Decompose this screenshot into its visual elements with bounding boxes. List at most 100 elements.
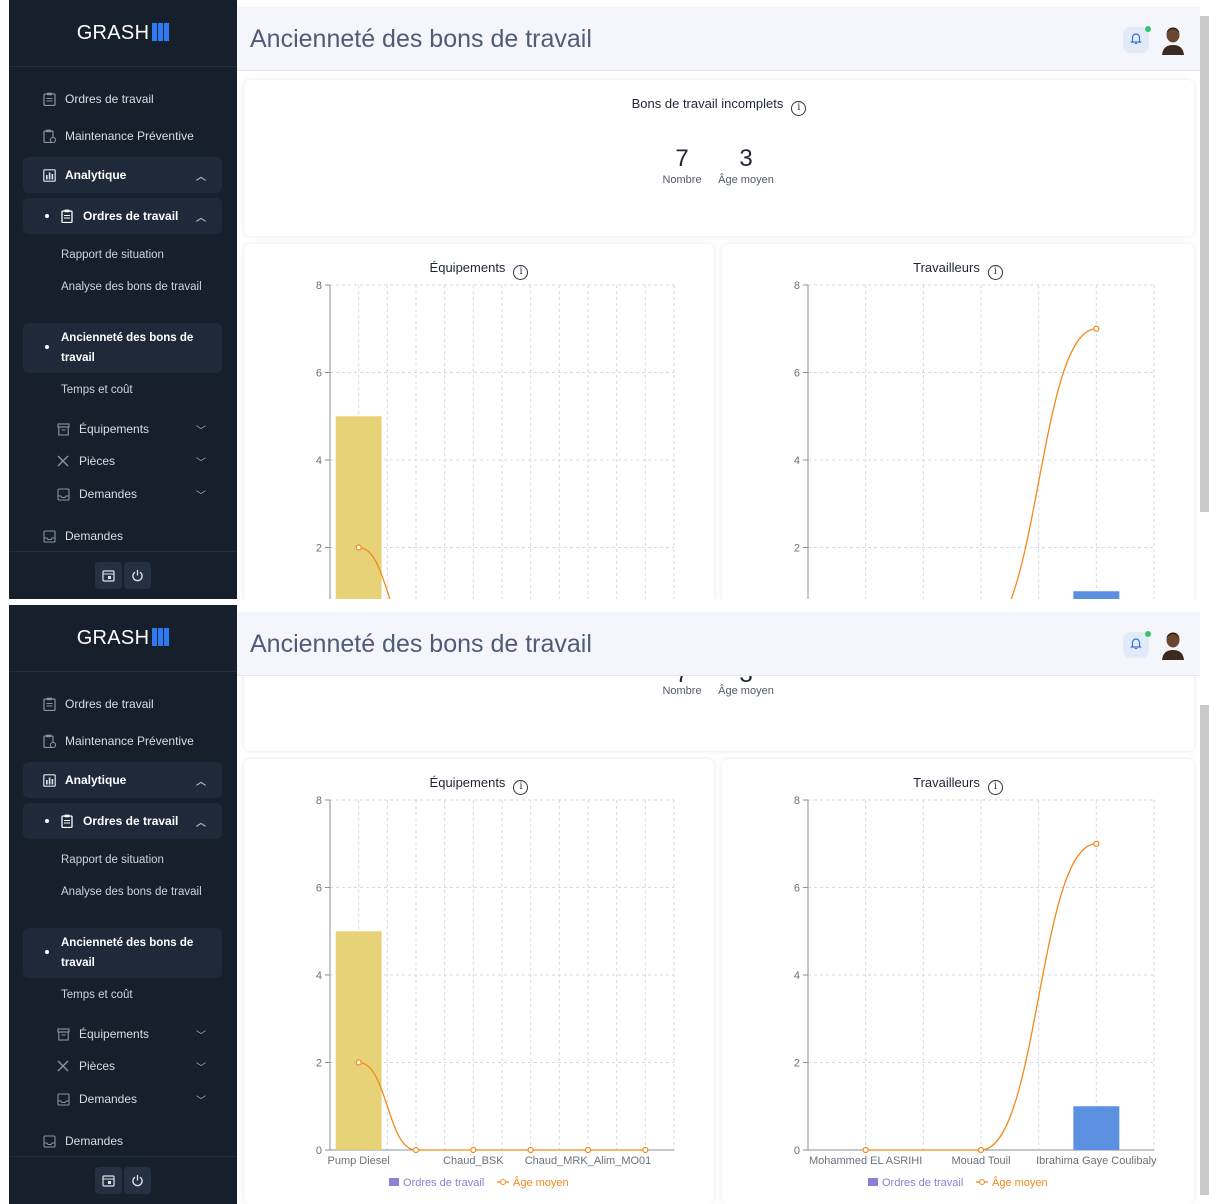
sidebar-subitem-work-order-age[interactable]: Ancienneté des bons de travail xyxy=(23,928,222,978)
y-tick-label: 4 xyxy=(316,455,322,467)
y-tick-label: 6 xyxy=(316,368,322,380)
line-point xyxy=(355,544,362,551)
y-tick-label: 0 xyxy=(794,1145,800,1157)
y-tick-label: 6 xyxy=(794,883,800,895)
y-tick-label: 0 xyxy=(316,1145,322,1157)
workers-chart-card: Travailleursi 02468Mohammed EL ASRIHIMou… xyxy=(722,244,1194,599)
screenshot-top: GRASH Ordres de travail Maintenance Prév… xyxy=(0,0,1209,599)
legend-label: Âge moyen xyxy=(513,1176,569,1189)
sidebar-group-parts[interactable]: Pièces ﹀ xyxy=(23,1048,222,1084)
sidebar-subitem-work-order-age[interactable]: Ancienneté des bons de travail xyxy=(23,323,222,373)
x-tick-label: Mohammed EL ASRIHI xyxy=(809,1155,922,1167)
notifications-button[interactable] xyxy=(1123,631,1151,658)
info-icon[interactable]: i xyxy=(791,101,807,116)
tools-icon xyxy=(55,453,71,469)
notification-dot xyxy=(1145,631,1151,637)
tools-icon xyxy=(55,1058,71,1074)
clipboard-icon xyxy=(41,91,57,107)
bar xyxy=(335,416,382,599)
chevron-up-icon: ︿ xyxy=(196,817,206,829)
power-icon[interactable] xyxy=(124,562,151,589)
clipboard-clock-icon xyxy=(41,733,57,749)
screenshot-bottom: GRASH Ordres de travail Maintenance Prév… xyxy=(0,605,1209,1204)
inbox-icon xyxy=(55,486,71,502)
sidebar-subitem-work-order-analysis[interactable]: Analyse des bons de travail xyxy=(61,277,211,297)
sidebar-subitem-time-cost[interactable]: Temps et coût xyxy=(61,985,211,1005)
sidebar-group-equipment[interactable]: Équipements ﹀ xyxy=(23,1016,222,1052)
equipment-chart: 0 2 4 6 8 Pump Diesel Chaud_BSK Chaud_MRK_Alim_… xyxy=(316,795,675,1189)
y-tick-label: 2 xyxy=(316,1058,322,1070)
legend-label: Âge moyen xyxy=(992,1176,1048,1189)
sidebar-item-requests[interactable]: Demandes xyxy=(23,1123,222,1159)
notifications-button[interactable] xyxy=(1123,26,1151,53)
sidebar-item-requests[interactable]: Demandes xyxy=(23,518,222,554)
bullet-icon xyxy=(45,950,49,954)
divider xyxy=(9,671,237,672)
avatar[interactable] xyxy=(1161,25,1185,55)
sidebar-item-analytics-work-orders[interactable]: Ordres de travail ︿ xyxy=(23,198,222,234)
stat-average-age: 3Âge moyen xyxy=(718,145,774,187)
scrollbar[interactable] xyxy=(1200,16,1209,512)
line-point xyxy=(470,1146,477,1154)
sidebar-subitem-time-cost[interactable]: Temps et coût xyxy=(61,380,211,400)
stat-average-age: 3Âge moyen xyxy=(718,675,774,697)
y-tick-label: 4 xyxy=(794,970,800,982)
y-tick-label: 8 xyxy=(794,795,800,807)
power-icon[interactable] xyxy=(124,1167,151,1194)
sidebar-group-parts[interactable]: Pièces ﹀ xyxy=(23,443,222,479)
chevron-down-icon: ﹀ xyxy=(196,457,206,469)
bullet-icon xyxy=(45,819,49,823)
sidebar-footer xyxy=(95,1167,151,1194)
divider xyxy=(9,1156,237,1157)
sidebar-subitem-status-report[interactable]: Rapport de situation xyxy=(61,245,211,265)
sidebar-item-work-orders[interactable]: Ordres de travail xyxy=(23,686,222,722)
workers-chart-card: Travailleursi 02468Mohammed EL ASRIHIMou… xyxy=(722,759,1194,1204)
page-title: Ancienneté des bons de travail xyxy=(250,630,592,658)
line-point xyxy=(1093,840,1100,847)
y-tick-label: 8 xyxy=(794,280,800,292)
stat-count: 7Nombre xyxy=(662,675,702,697)
sidebar-item-preventive[interactable]: Maintenance Préventive xyxy=(23,723,222,759)
clipboard-icon xyxy=(41,696,57,712)
logo[interactable]: GRASH xyxy=(9,627,237,652)
chevron-up-icon: ︿ xyxy=(196,776,206,788)
calendar-icon[interactable] xyxy=(95,1167,122,1194)
sidebar-subitem-work-order-analysis[interactable]: Analyse des bons de travail xyxy=(61,882,211,902)
sidebar-subitem-status-report[interactable]: Rapport de situation xyxy=(61,850,211,870)
chevron-down-icon: ﹀ xyxy=(196,1095,206,1107)
sidebar-item-analytics[interactable]: Analytique ︿ xyxy=(23,762,222,798)
line-point xyxy=(412,1146,420,1154)
inbox-icon xyxy=(41,1133,57,1149)
y-tick-label: 2 xyxy=(794,543,800,555)
y-tick-label: 6 xyxy=(316,883,322,895)
bullet-icon xyxy=(45,214,49,218)
y-tick-label: 2 xyxy=(316,543,322,555)
logo[interactable]: GRASH xyxy=(9,22,237,47)
x-tick-label: Chaud_MRK_Alim_MO01 xyxy=(525,1155,652,1167)
bar xyxy=(1073,591,1120,599)
logo-mark xyxy=(151,23,170,47)
sidebar-item-analytics-work-orders[interactable]: Ordres de travail ︿ xyxy=(23,803,222,839)
sidebar-group-requests[interactable]: Demandes ﹀ xyxy=(23,1081,222,1117)
sidebar-group-requests[interactable]: Demandes ﹀ xyxy=(23,476,222,512)
sidebar-item-work-orders[interactable]: Ordres de travail xyxy=(23,81,222,117)
avatar[interactable] xyxy=(1161,630,1185,660)
x-tick-label: Chaud_BSK xyxy=(443,1155,504,1167)
x-tick-label: Ibrahima Gaye Coulibaly xyxy=(1036,1155,1157,1167)
divider xyxy=(9,66,237,67)
sidebar-item-analytics[interactable]: Analytique ︿ xyxy=(23,157,222,193)
chevron-down-icon: ﹀ xyxy=(196,490,206,502)
chevron-up-icon: ︿ xyxy=(196,212,206,224)
sidebar: GRASH Ordres de travail Maintenance Prév… xyxy=(9,0,237,599)
calendar-icon[interactable] xyxy=(95,562,122,589)
line-point xyxy=(584,1146,592,1154)
sidebar-item-preventive[interactable]: Maintenance Préventive xyxy=(23,118,222,154)
legend-label: Ordres de travail xyxy=(403,1177,484,1189)
bar xyxy=(335,931,382,1150)
sidebar-group-equipment[interactable]: Équipements ﹀ xyxy=(23,411,222,447)
scrollbar[interactable] xyxy=(1200,705,1209,1195)
legend-label: Ordres de travail xyxy=(882,1177,963,1189)
stat-count: 7Nombre xyxy=(662,145,702,187)
legend-swatch-point xyxy=(979,1179,985,1185)
top-header: Ancienneté des bons de travail xyxy=(237,612,1200,676)
